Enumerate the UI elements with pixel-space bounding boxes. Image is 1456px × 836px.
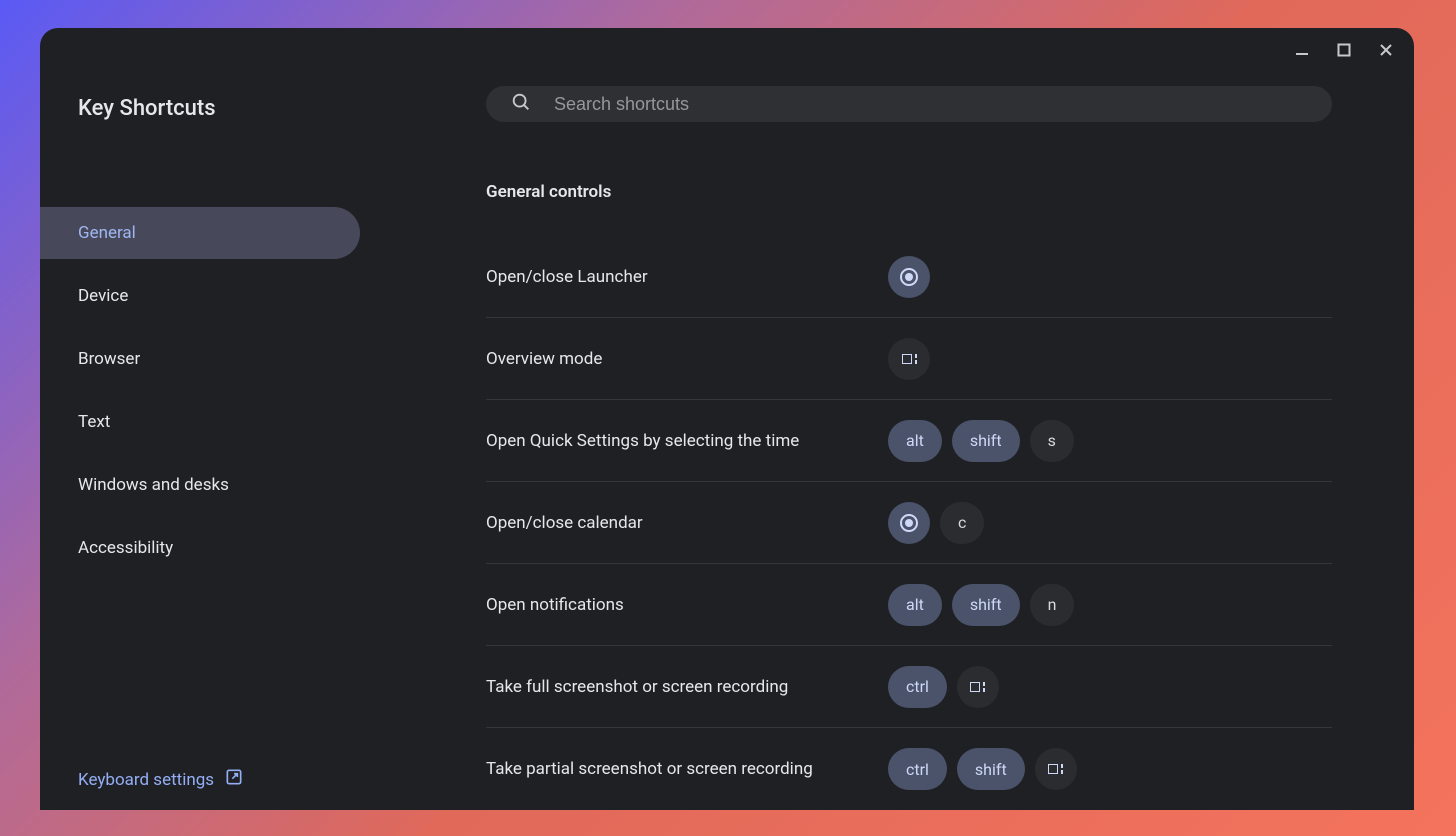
key-shift: shift [952,420,1020,462]
key-launcher [888,256,930,298]
main-panel: General controls Open/close Launcher Over… [486,64,1414,810]
shortcut-label: Take partial screenshot or screen record… [486,759,888,779]
key-ctrl: ctrl [888,666,947,708]
minimize-button[interactable] [1292,40,1312,60]
section-title: General controls [486,182,1332,202]
key-ctrl: ctrl [888,748,947,790]
shortcut-label: Open/close calendar [486,513,888,533]
sidebar-item-windows-and-desks[interactable]: Windows and desks [40,459,360,511]
titlebar [40,28,1414,64]
maximize-button[interactable] [1334,40,1354,60]
launcher-icon [900,514,918,532]
shortcut-label: Overview mode [486,349,888,369]
sidebar-item-device[interactable]: Device [40,270,360,322]
key-overview [957,666,999,708]
app-title: Key Shortcuts [40,96,486,121]
shortcut-row: Open notificationsaltshiftn [486,564,1332,646]
shortcut-row: Take partial screenshot or screen record… [486,728,1332,810]
sidebar-item-general[interactable]: General [40,207,360,259]
shortcut-row: Open/close Launcher [486,236,1332,318]
sidebar-nav: General Device Browser Text Windows and desk… [40,207,486,585]
shortcut-row: Open Quick Settings by selecting the tim… [486,400,1332,482]
search-input[interactable] [554,94,1308,115]
shortcut-row: Open/close calendar c [486,482,1332,564]
shortcut-row: Take full screenshot or screen recording… [486,646,1332,728]
shortcut-row: Overview mode [486,318,1332,400]
search-bar[interactable] [486,86,1332,122]
shortcut-keys [888,256,930,298]
keyboard-settings-label: Keyboard settings [78,770,214,790]
sidebar-item-label: General [78,223,136,243]
key-launcher [888,502,930,544]
sidebar-item-accessibility[interactable]: Accessibility [40,522,360,574]
key-s: s [1030,420,1074,462]
key-n: n [1030,584,1075,626]
overview-icon [1048,764,1063,774]
sidebar-footer: Keyboard settings [40,767,486,810]
sidebar-item-label: Windows and desks [78,475,229,495]
key-c: c [940,502,984,544]
keyboard-settings-link[interactable]: Keyboard settings [78,767,244,792]
shortcut-keys: altshifts [888,420,1074,462]
external-link-icon [224,767,244,792]
shortcut-keys: altshiftn [888,584,1074,626]
key-alt: alt [888,420,942,462]
sidebar-item-text[interactable]: Text [40,396,360,448]
shortcut-keys: ctrl [888,666,999,708]
sidebar: Key Shortcuts General Device Browser Text Wi… [40,64,486,810]
key-shift: shift [952,584,1020,626]
shortcut-label: Open notifications [486,595,888,615]
key-overview [1035,748,1077,790]
search-icon [510,91,532,117]
sidebar-item-label: Browser [78,349,140,369]
key-overview [888,338,930,380]
overview-icon [970,682,985,692]
app-window: Key Shortcuts General Device Browser Text Wi… [40,28,1414,810]
shortcut-label: Open/close Launcher [486,267,888,287]
sidebar-item-browser[interactable]: Browser [40,333,360,385]
shortcut-keys: ctrlshift [888,748,1077,790]
shortcut-keys: c [888,502,984,544]
key-shift: shift [957,748,1025,790]
sidebar-item-label: Text [78,412,110,432]
shortcuts-list: Open/close Launcher Overview mode Open Qui… [486,236,1332,810]
sidebar-item-label: Accessibility [78,538,173,558]
shortcut-label: Take full screenshot or screen recording [486,677,888,697]
shortcut-keys [888,338,930,380]
overview-icon [902,354,917,364]
shortcut-label: Open Quick Settings by selecting the tim… [486,431,888,451]
launcher-icon [900,268,918,286]
key-alt: alt [888,584,942,626]
sidebar-item-label: Device [78,286,128,306]
content-area: Key Shortcuts General Device Browser Text Wi… [40,64,1414,810]
close-button[interactable] [1376,40,1396,60]
